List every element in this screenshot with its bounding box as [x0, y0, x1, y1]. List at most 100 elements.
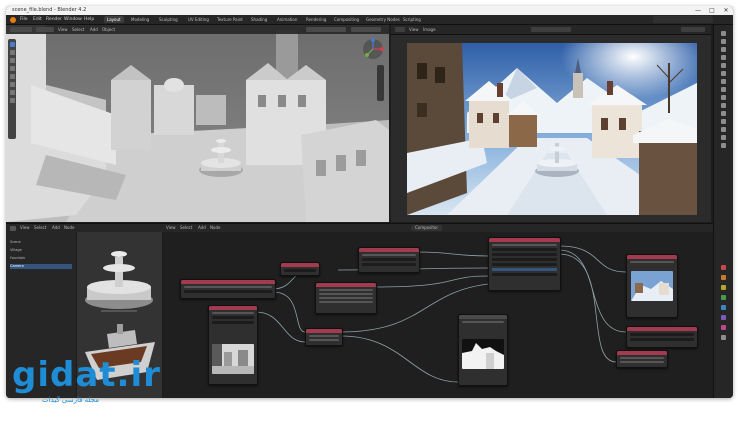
- constraints-icon[interactable]: [721, 119, 726, 124]
- compositor-node-canvas[interactable]: [163, 232, 713, 398]
- tab-geometry-nodes[interactable]: Geometry Nodes: [363, 16, 403, 23]
- mask-preview-node[interactable]: [458, 314, 508, 386]
- node-menu-node[interactable]: Node: [210, 224, 220, 232]
- image-menu-view[interactable]: View: [409, 27, 421, 32]
- scene-properties-icon[interactable]: [721, 63, 726, 68]
- scale-tool-icon[interactable]: [9, 74, 15, 79]
- tab-rendering[interactable]: Rendering: [303, 16, 329, 23]
- physics-icon[interactable]: [721, 111, 726, 116]
- node-tree-selector[interactable]: Compositor: [411, 225, 442, 231]
- 3d-viewport[interactable]: View Select Add Object: [6, 25, 389, 222]
- node-field[interactable]: [492, 258, 557, 261]
- outliner-row[interactable]: Fountain: [10, 256, 72, 261]
- viewport-shading-buttons[interactable]: [306, 27, 346, 32]
- overlay-toggles[interactable]: [351, 27, 381, 32]
- viewport-menu-add[interactable]: Add: [90, 27, 100, 32]
- tab-texture-paint[interactable]: Texture Paint: [214, 16, 246, 23]
- view-controls[interactable]: [377, 65, 384, 101]
- mix-node[interactable]: [315, 282, 377, 314]
- material-properties-icon[interactable]: [721, 135, 726, 140]
- texture-properties-icon[interactable]: [721, 143, 726, 148]
- outliner-menu-select[interactable]: Select: [34, 224, 46, 232]
- main-processing-node[interactable]: [488, 237, 561, 291]
- tool-properties-icon[interactable]: [721, 31, 726, 36]
- file-output-node[interactable]: [616, 350, 668, 368]
- converter-node[interactable]: [305, 328, 343, 346]
- object-properties-icon[interactable]: [721, 87, 726, 92]
- collection-properties-icon[interactable]: [721, 79, 726, 84]
- image-display-buttons[interactable]: [681, 27, 705, 32]
- depth-preview-node[interactable]: [208, 305, 258, 385]
- tab-compositing[interactable]: Compositing: [331, 16, 362, 23]
- tab-uv-editing[interactable]: UV Editing: [185, 16, 212, 23]
- node-field[interactable]: [492, 248, 557, 251]
- annotate-tool-icon[interactable]: [9, 90, 15, 95]
- editor-type-button[interactable]: [10, 27, 32, 32]
- node-field[interactable]: [184, 290, 272, 293]
- object-mode-dropdown[interactable]: [36, 27, 54, 32]
- select-tool-icon[interactable]: [9, 42, 15, 47]
- misc-tab-icon[interactable]: [721, 335, 726, 340]
- rotate-tool-icon[interactable]: [9, 66, 15, 71]
- viewport-menu-select[interactable]: Select: [72, 27, 86, 32]
- node-menu-add[interactable]: Add: [198, 224, 206, 232]
- world-properties-icon[interactable]: [721, 71, 726, 76]
- image-selector[interactable]: [531, 27, 571, 32]
- purple-tab-icon[interactable]: [721, 315, 726, 320]
- node-menu-select[interactable]: Select: [180, 224, 192, 232]
- viewport-menu-view[interactable]: View: [58, 27, 70, 32]
- node-menu-view[interactable]: View: [166, 224, 176, 232]
- node-field[interactable]: [362, 263, 416, 266]
- tab-layout[interactable]: Layout: [104, 16, 124, 23]
- yellow-tab-icon[interactable]: [721, 285, 726, 290]
- composite-node[interactable]: [626, 326, 698, 348]
- transform-tool-icon[interactable]: [9, 82, 15, 87]
- blender-logo-icon[interactable]: [10, 16, 16, 23]
- maximize-button[interactable]: □: [705, 6, 719, 15]
- node-field[interactable]: [212, 316, 254, 319]
- particles-icon[interactable]: [721, 103, 726, 108]
- viewport-menu-object[interactable]: Object: [102, 27, 118, 32]
- tab-modeling[interactable]: Modeling: [128, 16, 152, 23]
- render-properties-icon[interactable]: [721, 39, 726, 44]
- outliner-menu-add[interactable]: Add: [52, 224, 60, 232]
- close-button[interactable]: ✕: [719, 6, 733, 15]
- node-field[interactable]: [630, 333, 694, 336]
- outliner-row[interactable]: Scene: [10, 240, 72, 245]
- orange-tab-icon[interactable]: [721, 275, 726, 280]
- minimize-button[interactable]: —: [691, 6, 705, 15]
- outliner-row-selected[interactable]: Camera: [10, 264, 72, 269]
- value-node[interactable]: [280, 262, 320, 276]
- scene-selector[interactable]: [653, 16, 713, 23]
- red-tab-icon[interactable]: [721, 265, 726, 270]
- node-field[interactable]: [630, 338, 694, 341]
- node-field[interactable]: [362, 258, 416, 261]
- move-tool-icon[interactable]: [9, 58, 15, 63]
- node-field[interactable]: [492, 263, 557, 266]
- image-menu-image[interactable]: Image: [423, 27, 437, 32]
- node-field[interactable]: [284, 269, 316, 272]
- color-node[interactable]: [358, 247, 420, 273]
- tab-sculpting[interactable]: Sculpting: [156, 16, 181, 23]
- tab-shading[interactable]: Shading: [248, 16, 270, 23]
- data-properties-icon[interactable]: [721, 127, 726, 132]
- node-field[interactable]: [492, 273, 557, 276]
- blue-tab-icon[interactable]: [721, 305, 726, 310]
- measure-tool-icon[interactable]: [9, 98, 15, 103]
- node-field-selected[interactable]: [492, 268, 557, 271]
- node-editor-type-icon[interactable]: [10, 225, 16, 231]
- viewer-node[interactable]: [626, 254, 678, 318]
- outliner-menu-view[interactable]: View: [20, 224, 30, 232]
- node-field[interactable]: [492, 253, 557, 256]
- outliner-menu-node[interactable]: Node: [64, 224, 74, 232]
- image-editor-type-button[interactable]: [395, 27, 405, 32]
- view-layer-icon[interactable]: [721, 55, 726, 60]
- pink-tab-icon[interactable]: [721, 325, 726, 330]
- outliner-row[interactable]: Village: [10, 248, 72, 253]
- tab-scripting[interactable]: Scripting: [400, 16, 424, 23]
- menu-edit[interactable]: Edit: [33, 15, 42, 24]
- image-editor[interactable]: View Image: [391, 25, 711, 222]
- cursor-tool-icon[interactable]: [9, 50, 15, 55]
- green-tab-icon[interactable]: [721, 295, 726, 300]
- image-input-node[interactable]: [180, 279, 276, 299]
